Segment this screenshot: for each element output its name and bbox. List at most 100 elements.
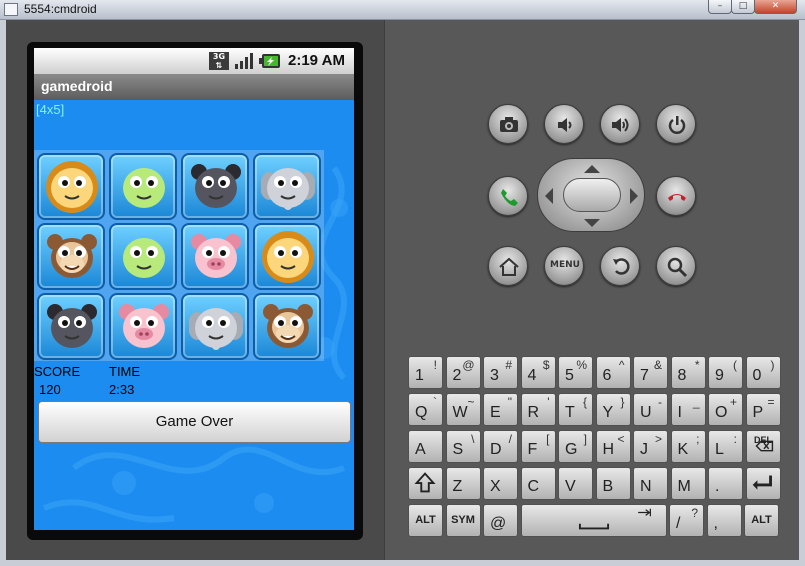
end-call-button[interactable]: [656, 176, 696, 216]
key-v[interactable]: V: [558, 467, 593, 500]
key-d[interactable]: D /: [483, 430, 518, 463]
key-slash[interactable]: /?: [669, 504, 704, 537]
key-alt-label: ]: [583, 432, 587, 446]
key-p[interactable]: P =: [745, 393, 781, 426]
tile-elephant[interactable]: [253, 153, 321, 220]
key-alt-right[interactable]: ALT: [744, 504, 779, 537]
call-button[interactable]: [488, 176, 528, 216]
minimize-button[interactable]: –: [708, 0, 732, 14]
maximize-button[interactable]: □: [731, 0, 755, 14]
tile-frog[interactable]: [109, 223, 177, 290]
key-k[interactable]: K;: [670, 430, 706, 463]
tile-monkey[interactable]: [37, 223, 105, 290]
key-6[interactable]: 6 ^: [595, 356, 631, 389]
key-3[interactable]: 3 #: [483, 356, 518, 389]
power-button[interactable]: [656, 104, 696, 144]
key-label: 6: [602, 367, 612, 384]
tile-frog[interactable]: [109, 153, 177, 220]
tile-pig[interactable]: [109, 293, 177, 360]
dpad-right-icon[interactable]: [630, 188, 638, 204]
home-button[interactable]: [488, 246, 528, 286]
key-alt-left[interactable]: ALT: [408, 504, 443, 537]
key-1[interactable]: 1!: [408, 356, 443, 389]
tile-bear[interactable]: [37, 293, 105, 360]
key-shift[interactable]: [408, 467, 443, 500]
key-5[interactable]: 5%: [558, 356, 593, 389]
key-w[interactable]: W ~: [445, 393, 481, 426]
key-at[interactable]: @: [483, 504, 518, 537]
key-r[interactable]: R ': [520, 393, 556, 426]
menu-button[interactable]: MENU: [544, 246, 584, 286]
key-alt-label: }: [620, 395, 625, 409]
key-label: B: [602, 478, 614, 495]
dpad[interactable]: [537, 158, 645, 232]
tile-monkey[interactable]: [253, 293, 321, 360]
camera-button[interactable]: [488, 104, 528, 144]
key-space[interactable]: [520, 504, 667, 537]
phone-screen: 3G ⇅ 2:19 AM gamedroid [4x5] SCORE TIME 1…: [34, 48, 354, 530]
key-alt-label: <: [617, 432, 625, 446]
key-2[interactable]: 2 @: [445, 356, 481, 389]
key-g[interactable]: G]: [558, 430, 593, 463]
key-j[interactable]: J >: [633, 430, 668, 463]
key-enter[interactable]: [745, 467, 781, 500]
key-x[interactable]: X: [483, 467, 518, 500]
key-t[interactable]: T{: [558, 393, 593, 426]
network-3g-icon: 3G ⇅: [209, 52, 229, 70]
dpad-down-icon[interactable]: [584, 219, 600, 227]
search-button[interactable]: [656, 246, 696, 286]
key-4[interactable]: 4 $: [520, 356, 556, 389]
back-button[interactable]: [600, 246, 640, 286]
key-label: L: [715, 441, 724, 458]
key-label: ALT: [751, 514, 772, 526]
tile-lion[interactable]: [37, 153, 105, 220]
key-u[interactable]: U-: [633, 393, 668, 426]
key-.[interactable]: .: [708, 467, 743, 500]
dpad-left-icon[interactable]: [545, 188, 553, 204]
key-c[interactable]: C: [520, 467, 556, 500]
key-label: 9: [715, 367, 724, 384]
title-bar: 5554:cmdroid – □ ✕: [0, 0, 805, 20]
key-e[interactable]: E ": [483, 393, 518, 426]
key-label: .: [715, 478, 720, 495]
key-z[interactable]: Z: [445, 467, 481, 500]
end-call-icon: [668, 194, 686, 201]
key-0[interactable]: 0): [745, 356, 781, 389]
key-s[interactable]: S \: [445, 430, 481, 463]
key-q[interactable]: Q `: [408, 393, 443, 426]
volume-up-button[interactable]: [600, 104, 640, 144]
dpad-center-button[interactable]: [563, 178, 621, 212]
close-button[interactable]: ✕: [754, 0, 797, 14]
key-b[interactable]: B: [595, 467, 631, 500]
tile-pig[interactable]: [181, 223, 249, 290]
volume-down-button[interactable]: [544, 104, 584, 144]
key-label: N: [640, 478, 652, 495]
window-icon: [4, 3, 18, 16]
key-7[interactable]: 7 &: [633, 356, 668, 389]
key-n[interactable]: N: [633, 467, 668, 500]
key-m[interactable]: M: [670, 467, 706, 500]
key-label: Y: [602, 404, 614, 421]
tile-lion[interactable]: [253, 223, 321, 290]
key-o[interactable]: O +: [708, 393, 743, 426]
key-i[interactable]: I _: [670, 393, 706, 426]
key-8[interactable]: 8 *: [670, 356, 706, 389]
key-f[interactable]: F[: [520, 430, 556, 463]
key-h[interactable]: H <: [595, 430, 631, 463]
key-9[interactable]: 9(: [708, 356, 743, 389]
back-icon: [613, 258, 630, 275]
key-comma[interactable]: ,: [706, 504, 742, 537]
key-a[interactable]: A: [408, 430, 443, 463]
backspace-icon: [754, 440, 773, 452]
tile-bear[interactable]: [181, 153, 249, 220]
status-time: 2:19 AM: [288, 52, 345, 69]
volume-down-icon: [558, 118, 572, 132]
tile-elephant[interactable]: [181, 293, 249, 360]
game-over-button[interactable]: Game Over: [38, 401, 351, 443]
key-alt-label: ): [770, 358, 775, 372]
key-sym[interactable]: SYM: [445, 504, 481, 537]
key-del[interactable]: DEL: [745, 430, 781, 463]
key-y[interactable]: Y}: [595, 393, 631, 426]
key-l[interactable]: L:: [708, 430, 743, 463]
dpad-up-icon[interactable]: [584, 165, 600, 173]
